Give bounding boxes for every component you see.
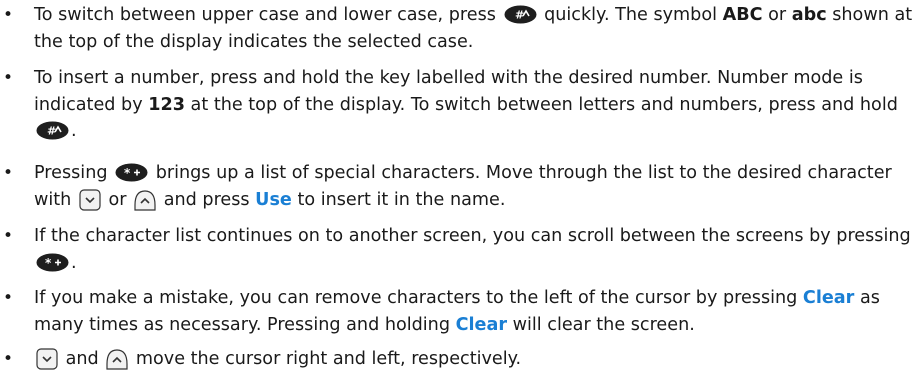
use-softkey-label: Use — [255, 189, 292, 210]
clear-softkey-label: Clear — [455, 314, 508, 335]
bullet: • — [3, 349, 14, 369]
svg-text:*: * — [124, 166, 131, 180]
item-text: to insert it in the name. — [297, 189, 506, 210]
item-text: at the top of the display. To switch bet… — [190, 94, 898, 115]
item-text: or — [108, 189, 127, 210]
list-item: • and move the cursor right and left, re… — [3, 346, 914, 373]
star-key-icon: * — [115, 163, 148, 182]
item-text: If the character list continues on to an… — [34, 226, 911, 246]
scroll-down-key-icon — [36, 348, 58, 370]
bullet: • — [3, 5, 14, 25]
hash-key-icon: # — [36, 121, 69, 140]
scroll-down-key-icon — [79, 188, 101, 211]
number-mode-symbol: 123 — [148, 94, 185, 115]
bullet: • — [3, 163, 14, 183]
bullet: • — [3, 68, 14, 88]
item-text: move the cursor right and left, respecti… — [135, 349, 522, 369]
list-item: • To switch between upper case and lower… — [3, 2, 914, 55]
item-text: . — [71, 252, 77, 273]
item-text: quickly. The symbol — [544, 5, 717, 25]
item-text: If you make a mistake, you can remove ch… — [34, 288, 798, 308]
list-item: • If the character list continues on to … — [3, 223, 914, 276]
item-text: and press — [163, 189, 250, 210]
item-text: and — [65, 349, 99, 369]
item-text: To switch between upper case and lower c… — [34, 5, 496, 25]
list-item: • To insert a number, press and hold the… — [3, 65, 914, 145]
instruction-list: • To switch between upper case and lower… — [0, 0, 919, 392]
case-symbol-lower: abc — [791, 5, 827, 25]
list-item: • Pressing * brings up a list of special… — [3, 160, 914, 213]
item-text: Pressing — [34, 163, 108, 183]
bullet: • — [3, 288, 14, 308]
item-text: . — [71, 121, 77, 141]
svg-text:*: * — [45, 256, 52, 270]
list-item: • If you make a mistake, you can remove … — [3, 285, 914, 338]
clear-softkey-label: Clear — [802, 288, 855, 308]
case-symbol-upper: ABC — [722, 5, 763, 25]
scroll-up-key-icon — [106, 349, 128, 370]
star-key-icon: * — [36, 253, 69, 271]
item-text: will clear the screen. — [512, 314, 695, 335]
item-text: or — [768, 5, 787, 25]
hash-key-icon: # — [504, 5, 536, 24]
bullet: • — [3, 226, 14, 246]
scroll-up-key-icon — [134, 189, 156, 211]
